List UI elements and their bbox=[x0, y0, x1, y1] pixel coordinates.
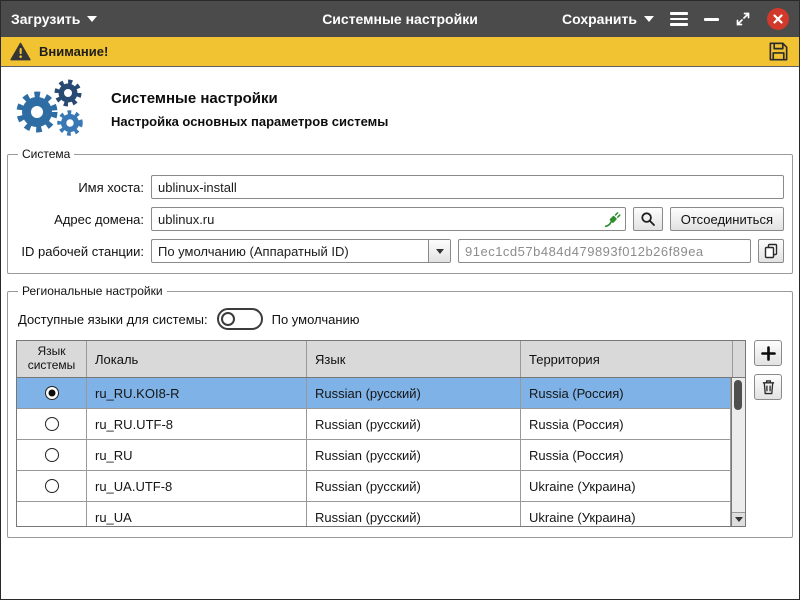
maximize-button[interactable] bbox=[735, 11, 751, 27]
table-row[interactable]: ru_UA.UTF-8 Russian (русский) Ukraine (У… bbox=[17, 471, 731, 502]
scrollbar-thumb[interactable] bbox=[734, 380, 742, 410]
maximize-icon bbox=[735, 11, 751, 27]
save-button[interactable]: Сохранить bbox=[562, 11, 654, 27]
column-header-locale[interactable]: Локаль bbox=[87, 341, 307, 377]
territory-cell[interactable]: Russia (Россия) bbox=[521, 378, 731, 408]
close-button[interactable] bbox=[767, 8, 789, 30]
domain-label: Адрес домена: bbox=[16, 212, 144, 227]
territory-cell[interactable]: Russia (Россия) bbox=[521, 440, 731, 470]
language-cell[interactable]: Russian (русский) bbox=[307, 409, 521, 439]
regional-group: Региональные настройки Доступные языки д… bbox=[7, 284, 793, 538]
language-cell[interactable]: Russian (русский) bbox=[307, 378, 521, 408]
system-settings-window: Загрузить Системные настройки Сохранить bbox=[0, 0, 800, 600]
locale-cell[interactable]: ru_RU bbox=[87, 440, 307, 470]
system-language-radio-cell[interactable] bbox=[17, 378, 87, 408]
copy-icon bbox=[763, 243, 779, 259]
system-language-radio-cell[interactable] bbox=[17, 409, 87, 439]
table-row[interactable]: ru_RU.KOI8-R Russian (русский) Russia (Р… bbox=[17, 378, 731, 409]
table-row[interactable]: ru_UA Russian (русский) Ukraine (Украина… bbox=[17, 502, 731, 527]
delete-locale-button[interactable] bbox=[754, 374, 782, 400]
load-button[interactable]: Загрузить bbox=[11, 11, 97, 27]
territory-cell[interactable]: Ukraine (Украина) bbox=[521, 502, 731, 527]
chevron-down-icon bbox=[644, 16, 654, 22]
add-locale-button[interactable] bbox=[754, 340, 782, 366]
locale-cell[interactable]: ru_UA bbox=[87, 502, 307, 527]
chevron-down-icon bbox=[87, 16, 97, 22]
hamburger-icon bbox=[670, 12, 688, 26]
load-button-label: Загрузить bbox=[11, 11, 80, 27]
menu-button[interactable] bbox=[670, 12, 688, 26]
disconnect-button[interactable]: Отсоединиться bbox=[670, 207, 784, 231]
table-scrollbar[interactable] bbox=[731, 378, 745, 526]
main-content: Системные настройки Настройка основных п… bbox=[1, 67, 799, 598]
system-group-legend: Система bbox=[18, 147, 74, 161]
page-subtitle: Настройка основных параметров системы bbox=[111, 114, 388, 129]
titlebar: Загрузить Системные настройки Сохранить bbox=[1, 1, 799, 37]
locale-cell[interactable]: ru_UA.UTF-8 bbox=[87, 471, 307, 501]
system-language-radio-cell[interactable] bbox=[17, 502, 87, 527]
hardware-id-field bbox=[458, 239, 751, 263]
radio-icon[interactable] bbox=[45, 479, 59, 493]
system-language-radio-cell[interactable] bbox=[17, 440, 87, 470]
locale-cell[interactable]: ru_RU.KOI8-R bbox=[87, 378, 307, 408]
locales-table-header: Язык системы Локаль Язык Территория bbox=[17, 341, 745, 378]
column-header-system-language[interactable]: Язык системы bbox=[17, 341, 87, 377]
page-header: Системные настройки Настройка основных п… bbox=[1, 67, 799, 147]
search-button[interactable] bbox=[633, 207, 663, 231]
locales-table: Язык системы Локаль Язык Территория ru_R… bbox=[16, 340, 746, 527]
station-id-select[interactable]: По умолчанию (Аппаратный ID) bbox=[151, 239, 451, 263]
chevron-down-icon bbox=[735, 517, 743, 522]
magnifier-icon bbox=[640, 211, 656, 227]
station-id-label: ID рабочей станции: bbox=[16, 244, 144, 259]
station-id-selected-value: По умолчанию (Аппаратный ID) bbox=[152, 244, 428, 259]
column-header-territory[interactable]: Территория bbox=[521, 341, 733, 377]
floppy-icon bbox=[767, 40, 790, 63]
gears-icon bbox=[13, 79, 93, 139]
territory-cell[interactable]: Ukraine (Украина) bbox=[521, 471, 731, 501]
window-title: Системные настройки bbox=[322, 11, 478, 27]
save-button-label: Сохранить bbox=[562, 11, 637, 27]
language-cell[interactable]: Russian (русский) bbox=[307, 502, 521, 527]
titlebar-controls: Сохранить bbox=[562, 8, 789, 30]
plus-icon bbox=[761, 346, 776, 361]
warning-bar: Внимание! bbox=[1, 37, 799, 67]
minimize-icon bbox=[704, 18, 719, 21]
system-group: Система Имя хоста: Адрес домена: bbox=[7, 147, 793, 274]
system-language-radio-cell[interactable] bbox=[17, 471, 87, 501]
minimize-button[interactable] bbox=[704, 18, 719, 21]
toggle-default-label: По умолчанию bbox=[272, 312, 360, 327]
table-row[interactable]: ru_RU Russian (русский) Russia (Россия) bbox=[17, 440, 731, 471]
hostname-label: Имя хоста: bbox=[16, 180, 144, 195]
save-file-button[interactable] bbox=[767, 40, 790, 63]
close-icon bbox=[767, 8, 789, 30]
page-title: Системные настройки bbox=[111, 90, 388, 107]
warning-triangle-icon bbox=[10, 42, 31, 61]
toggle-knob-icon bbox=[221, 312, 235, 326]
radio-icon[interactable] bbox=[45, 417, 59, 431]
radio-icon[interactable] bbox=[45, 448, 59, 462]
copy-button[interactable] bbox=[758, 239, 784, 263]
table-row[interactable]: ru_RU.UTF-8 Russian (русский) Russia (Ро… bbox=[17, 409, 731, 440]
language-cell[interactable]: Russian (русский) bbox=[307, 440, 521, 470]
locale-cell[interactable]: ru_RU.UTF-8 bbox=[87, 409, 307, 439]
scroll-down-button[interactable] bbox=[732, 512, 745, 526]
default-languages-toggle[interactable] bbox=[217, 308, 263, 330]
regional-group-legend: Региональные настройки bbox=[18, 284, 167, 298]
hostname-input[interactable] bbox=[151, 175, 784, 199]
domain-input-wrap bbox=[151, 207, 626, 231]
table-actions bbox=[754, 340, 782, 400]
language-cell[interactable]: Russian (русский) bbox=[307, 471, 521, 501]
domain-input[interactable] bbox=[151, 207, 626, 231]
radio-icon[interactable] bbox=[45, 386, 59, 400]
combo-dropdown-button[interactable] bbox=[428, 240, 450, 262]
column-header-language[interactable]: Язык bbox=[307, 341, 521, 377]
chevron-down-icon bbox=[436, 249, 444, 254]
territory-cell[interactable]: Russia (Россия) bbox=[521, 409, 731, 439]
warning-text: Внимание! bbox=[39, 44, 108, 59]
trash-icon bbox=[761, 379, 776, 395]
available-languages-label: Доступные языки для системы: bbox=[18, 312, 208, 327]
